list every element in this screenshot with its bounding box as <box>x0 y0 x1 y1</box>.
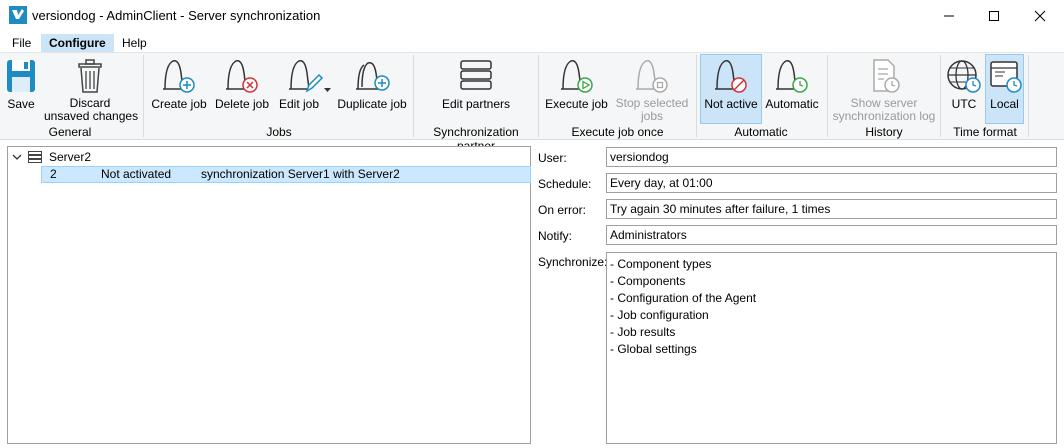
job-status: Not activated <box>101 167 172 181</box>
notify-field[interactable]: Administrators <box>606 225 1057 245</box>
user-label: User: <box>538 151 567 165</box>
minimize-button[interactable] <box>926 0 972 32</box>
stop-jobs-button[interactable]: Stop selected jobs <box>612 55 692 123</box>
automatic-button[interactable]: Automatic <box>764 55 820 123</box>
stop-jobs-label-line1: Stop selected <box>615 96 689 110</box>
save-icon <box>7 60 35 92</box>
schedule-label: Schedule: <box>538 177 592 191</box>
menu-help[interactable]: Help <box>115 34 154 52</box>
execute-job-icon <box>560 60 593 93</box>
delete-job-label: Delete job <box>214 97 270 111</box>
chevron-down-icon[interactable] <box>12 152 22 162</box>
show-log-label-line2: synchronization log <box>832 109 936 123</box>
discard-label-line2: unsaved changes <box>44 109 139 123</box>
duplicate-job-label: Duplicate job <box>337 97 407 111</box>
notify-label: Notify: <box>538 229 573 243</box>
menu-configure[interactable]: Configure <box>41 34 114 52</box>
edit-partners-label: Edit partners <box>441 97 511 111</box>
list-item: - Configuration of the Agent <box>610 291 757 305</box>
show-log-button[interactable]: Show server synchronization log <box>832 55 936 123</box>
discard-button[interactable]: Discard unsaved changes <box>44 55 139 123</box>
save-button[interactable]: Save <box>2 55 40 123</box>
minimize-icon <box>944 15 954 17</box>
delete-job-icon <box>226 60 258 93</box>
save-label: Save <box>7 97 35 111</box>
table-row[interactable]: 2 Not activated synchronization Server1 … <box>41 166 531 183</box>
ribbon-separator <box>538 55 539 137</box>
stop-jobs-label-line2: jobs <box>640 109 663 123</box>
automatic-icon <box>776 60 808 93</box>
ribbon-separator <box>143 55 144 137</box>
utc-label: UTC <box>951 97 977 111</box>
menu-bar: File Configure Help <box>0 32 1064 52</box>
on-error-label: On error: <box>538 203 587 217</box>
close-button[interactable] <box>1017 0 1063 32</box>
discard-label-line1: Discard <box>69 96 111 110</box>
schedule-field[interactable]: Every day, at 01:00 <box>606 173 1057 193</box>
group-execute-label: Execute job once <box>571 125 664 139</box>
local-button[interactable]: Local <box>985 54 1024 124</box>
server-stack-icon <box>460 60 492 90</box>
window-title: versiondog - AdminClient - Server synchr… <box>32 8 321 23</box>
list-item: - Job configuration <box>610 308 709 322</box>
group-time-format-label: Time format <box>953 125 1017 139</box>
list-item: - Global settings <box>610 342 697 356</box>
delete-job-button[interactable]: Delete job <box>213 55 271 123</box>
group-jobs-label: Jobs <box>266 125 292 139</box>
create-job-button[interactable]: Create job <box>150 55 208 123</box>
synchronize-label: Synchronize: <box>538 255 608 269</box>
duplicate-job-icon <box>356 61 390 91</box>
execute-job-label: Execute job <box>545 97 608 111</box>
stop-jobs-icon <box>636 60 668 93</box>
server-name: Server2 <box>49 150 92 164</box>
user-field[interactable]: versiondog <box>606 147 1057 167</box>
execute-job-button[interactable]: Execute job <box>545 55 608 123</box>
job-tree[interactable]: Server2 2 Not activated synchronization … <box>7 146 531 444</box>
utc-button[interactable]: UTC <box>944 55 984 123</box>
list-item: - Job results <box>610 325 676 339</box>
not-active-button[interactable]: Not active <box>700 54 762 124</box>
server-icon <box>28 151 42 163</box>
job-description: synchronization Server1 with Server2 <box>201 167 400 181</box>
app-icon <box>9 6 27 24</box>
not-active-label: Not active <box>704 97 758 111</box>
edit-partners-button[interactable]: Edit partners <box>438 55 514 123</box>
maximize-button[interactable] <box>971 0 1017 32</box>
tree-node-server[interactable]: Server2 <box>8 149 528 165</box>
list-item: - Components <box>610 274 686 288</box>
globe-clock-icon <box>947 60 981 93</box>
create-job-label: Create job <box>151 97 207 111</box>
not-active-icon <box>715 60 747 93</box>
calendar-clock-icon <box>989 61 1022 93</box>
trash-icon <box>78 59 102 93</box>
group-automatic-label: Automatic <box>734 125 788 139</box>
job-id: 2 <box>50 167 57 181</box>
chevron-down-icon[interactable] <box>324 88 331 92</box>
title-bar: versiondog - AdminClient - Server synchr… <box>0 0 1064 32</box>
maximize-icon <box>989 11 999 21</box>
ribbon: Save Discard unsaved changes General Cre… <box>0 52 1064 153</box>
ribbon-separator <box>940 55 941 137</box>
show-log-label-line1: Show server <box>850 96 918 110</box>
edit-job-button[interactable]: Edit job <box>275 55 335 123</box>
local-label: Local <box>990 97 1019 111</box>
group-history-label: History <box>865 125 903 139</box>
synchronize-list[interactable]: - Component types - Components - Configu… <box>606 252 1057 444</box>
close-icon <box>1034 10 1046 22</box>
on-error-field[interactable]: Try again 30 minutes after failure, 1 ti… <box>606 199 1057 219</box>
automatic-label: Automatic <box>765 97 819 111</box>
ribbon-separator <box>1028 55 1029 137</box>
edit-job-label: Edit job <box>279 97 320 111</box>
group-general-label: General <box>48 125 92 139</box>
log-icon <box>873 59 900 93</box>
duplicate-job-button[interactable]: Duplicate job <box>337 55 407 123</box>
list-item: - Component types <box>610 257 712 271</box>
edit-job-icon <box>289 60 324 93</box>
menu-file[interactable]: File <box>5 34 38 52</box>
create-job-icon <box>163 60 195 93</box>
